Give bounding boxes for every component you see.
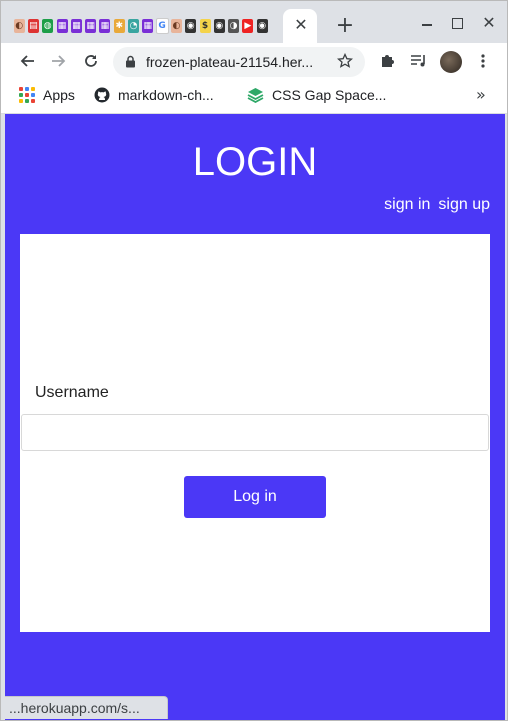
- login-button[interactable]: Log in: [184, 476, 326, 518]
- sign-up-link[interactable]: sign up: [438, 196, 490, 214]
- bookmarks-bar: Apps markdown-ch... CSS Gap Space... »: [1, 79, 507, 114]
- tab-favicon[interactable]: ◉: [184, 17, 198, 35]
- tab-favicon[interactable]: ▤: [26, 17, 40, 35]
- auth-nav: sign in sign up: [384, 196, 490, 214]
- reload-icon: [85, 55, 97, 67]
- tab-favicon[interactable]: ◉: [255, 17, 269, 35]
- tab-favicon[interactable]: $: [198, 17, 212, 35]
- kebab-menu-icon: [481, 54, 485, 68]
- bookmark-star-icon[interactable]: [336, 52, 354, 74]
- tab-favicon[interactable]: ▶: [241, 17, 255, 35]
- minimize-icon: [422, 24, 432, 26]
- window-close-button[interactable]: ✕: [479, 13, 499, 33]
- maximize-button[interactable]: [447, 13, 467, 33]
- media-control-button[interactable]: [407, 49, 431, 73]
- css-layers-icon: [247, 88, 264, 103]
- extensions-button[interactable]: [375, 49, 399, 73]
- bookmark-label: markdown-ch...: [118, 87, 214, 103]
- username-label: Username: [35, 384, 109, 401]
- url-text[interactable]: frozen-plateau-21154.her...: [146, 54, 326, 70]
- new-tab-button[interactable]: +: [335, 15, 355, 37]
- tab-favicon[interactable]: ◉: [212, 17, 226, 35]
- username-input[interactable]: [21, 414, 489, 451]
- github-icon: [94, 87, 110, 103]
- tab-favicon[interactable]: ▦: [141, 17, 155, 35]
- bookmarks-overflow-button[interactable]: »: [476, 85, 486, 104]
- forward-button[interactable]: [47, 49, 71, 73]
- web-page: LOGIN sign in sign up Username Log in: [5, 114, 505, 720]
- back-button[interactable]: [15, 49, 39, 73]
- bookmark-css-gap[interactable]: CSS Gap Space...: [247, 87, 386, 103]
- reload-button[interactable]: [79, 49, 103, 73]
- tab-favicon[interactable]: ✱: [112, 17, 126, 35]
- back-arrow-icon: [20, 55, 34, 67]
- profile-avatar[interactable]: [440, 51, 462, 73]
- login-card: Username Log in: [20, 234, 490, 632]
- bookmark-markdown[interactable]: markdown-ch...: [94, 87, 214, 103]
- bookmark-apps[interactable]: Apps: [19, 87, 75, 103]
- tab-favicon[interactable]: ◐: [169, 17, 183, 35]
- bookmark-label: Apps: [43, 87, 75, 103]
- lock-icon: [125, 55, 136, 73]
- tab-favicon[interactable]: ▦: [83, 17, 97, 35]
- maximize-icon: [452, 18, 463, 29]
- tab-strip: ◐ ▤ ◍ ▦ ▦ ▦ ▦ ✱ ◔ ▦ G ◐ ◉ $ ◉ ◑ ▶ ◉ ✕ + …: [1, 1, 507, 43]
- tab-favicon[interactable]: ▦: [55, 17, 69, 35]
- apps-grid-icon: [19, 87, 35, 103]
- minimize-button[interactable]: [417, 13, 437, 33]
- tab-favicon[interactable]: G: [155, 17, 169, 35]
- forward-arrow-icon: [52, 55, 66, 67]
- tab-favicon[interactable]: ◔: [126, 17, 140, 35]
- browser-window: ◐ ▤ ◍ ▦ ▦ ▦ ▦ ✱ ◔ ▦ G ◐ ◉ $ ◉ ◑ ▶ ◉ ✕ + …: [0, 0, 508, 721]
- sign-in-link[interactable]: sign in: [384, 196, 430, 214]
- active-tab[interactable]: ✕: [283, 9, 317, 43]
- tab-close-icon[interactable]: ✕: [291, 15, 311, 35]
- playlist-icon: [411, 55, 425, 67]
- tab-favicon[interactable]: ◍: [41, 17, 55, 35]
- pinned-tabs: ◐ ▤ ◍ ▦ ▦ ▦ ▦ ✱ ◔ ▦ G ◐ ◉ $ ◉ ◑ ▶ ◉: [12, 17, 269, 35]
- page-title: LOGIN: [192, 140, 318, 184]
- bookmark-label: CSS Gap Space...: [272, 87, 387, 103]
- browser-toolbar: frozen-plateau-21154.her...: [1, 43, 507, 79]
- status-bar: ...herokuapp.com/s...: [5, 696, 168, 719]
- tab-favicon[interactable]: ◑: [226, 17, 240, 35]
- browser-menu-button[interactable]: [471, 49, 495, 73]
- puzzle-icon: [382, 55, 394, 67]
- tab-favicon[interactable]: ◐: [12, 17, 26, 35]
- tab-favicon[interactable]: ▦: [69, 17, 83, 35]
- address-bar[interactable]: frozen-plateau-21154.her...: [113, 47, 365, 77]
- tab-favicon[interactable]: ▦: [98, 17, 112, 35]
